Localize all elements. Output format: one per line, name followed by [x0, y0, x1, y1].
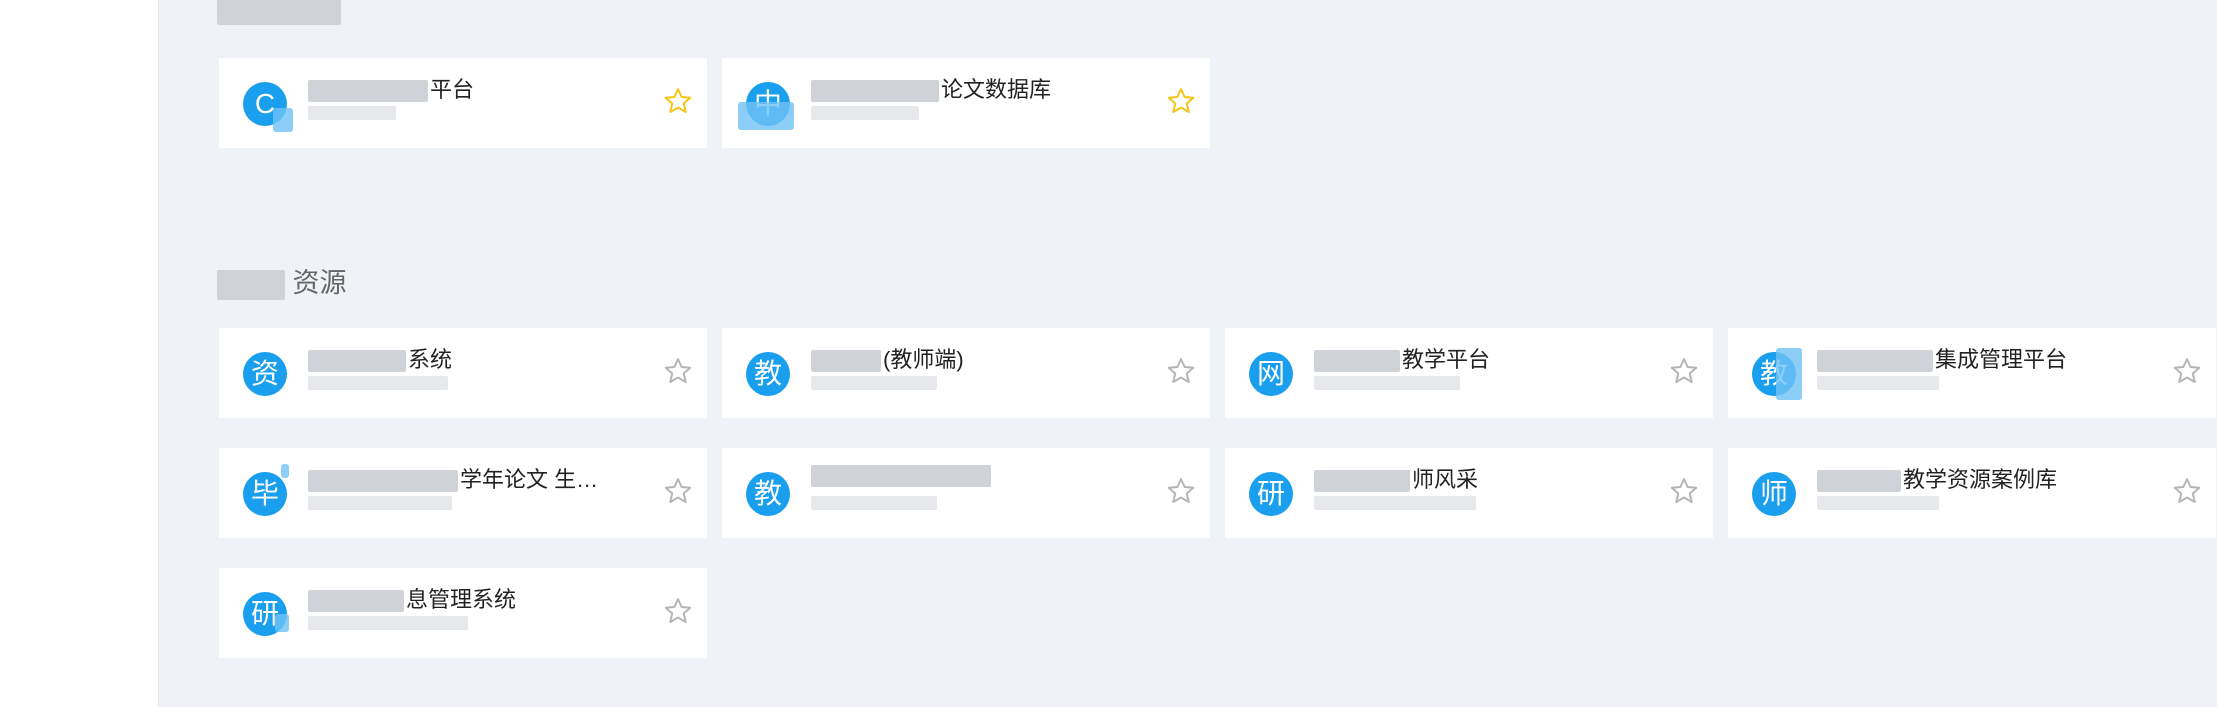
title-mask	[308, 80, 428, 103]
title-mask	[1817, 350, 1933, 373]
resource-avatar: 研	[1249, 472, 1293, 516]
star-icon[interactable]	[1166, 356, 1196, 386]
star-icon[interactable]	[1166, 476, 1196, 506]
resource-subtitle-mask	[811, 376, 937, 390]
star-icon[interactable]	[1669, 476, 1699, 506]
resource-avatar-badge	[273, 108, 293, 132]
resource-subtitle-mask	[308, 616, 468, 630]
resource-title: 教学平台	[1314, 342, 1623, 374]
section-title-resources: 资源	[217, 263, 347, 303]
title-mask	[811, 80, 939, 103]
title-mask	[308, 590, 404, 613]
title-mask	[308, 350, 406, 373]
resource-subtitle-mask	[811, 106, 919, 120]
section-title-mask	[217, 269, 285, 300]
resource-subtitle-mask	[811, 496, 937, 510]
resource-avatar: 教	[746, 472, 790, 516]
title-mask	[1817, 470, 1901, 493]
resource-avatar: 师	[1752, 472, 1796, 516]
star-icon[interactable]	[663, 476, 693, 506]
resource-avatar: 资	[243, 352, 287, 396]
resource-subtitle-mask	[1817, 496, 1939, 510]
star-icon[interactable]	[2172, 476, 2202, 506]
resource-title: 教学资源案例库	[1817, 462, 2126, 494]
star-icon[interactable]	[1669, 356, 1699, 386]
title-mask	[1314, 350, 1400, 373]
resource-title: 集成管理平台	[1817, 342, 2126, 374]
resource-title: 息管理系统	[308, 582, 617, 614]
resource-subtitle-mask	[1314, 376, 1460, 390]
resource-card[interactable]: 教 (教师端)	[722, 328, 1210, 418]
resource-title: 学年论文 生命周…	[308, 462, 617, 494]
resource-card[interactable]: 中 论文数据库	[722, 58, 1210, 148]
star-icon[interactable]	[663, 596, 693, 626]
title-mask	[811, 350, 881, 373]
resource-subtitle-mask	[308, 496, 452, 510]
resource-avatar: 网	[1249, 352, 1293, 396]
resource-card[interactable]: 研 师风采	[1225, 448, 1713, 538]
resource-card[interactable]: 教	[722, 448, 1210, 538]
star-icon[interactable]	[1166, 86, 1196, 116]
left-sidebar	[0, 0, 159, 707]
section-title-text: 资源	[292, 268, 347, 298]
resource-avatar-badge	[281, 464, 289, 478]
star-icon[interactable]	[663, 86, 693, 116]
star-icon[interactable]	[663, 356, 693, 386]
resource-title: 论文数据库	[811, 72, 1120, 104]
resource-card[interactable]: 师 教学资源案例库	[1728, 448, 2216, 538]
resource-subtitle-mask	[1314, 496, 1476, 510]
resource-card[interactable]: 资 系统	[219, 328, 707, 418]
resource-card[interactable]: 教 集成管理平台	[1728, 328, 2216, 418]
resource-title: 师风采	[1314, 462, 1623, 494]
resource-subtitle-mask	[308, 376, 448, 390]
resource-title: (教师端)	[811, 342, 1120, 374]
resource-card[interactable]: 研 息管理系统	[219, 568, 707, 658]
title-mask	[811, 465, 991, 488]
resource-avatar-badge	[1776, 348, 1802, 400]
resource-subtitle-mask	[1817, 376, 1939, 390]
resource-avatar-badge	[275, 614, 289, 632]
resource-avatar-badge	[738, 102, 794, 130]
section-title-mask	[217, 0, 341, 25]
resource-avatar: 教	[746, 352, 790, 396]
resource-card[interactable]: 网 教学平台	[1225, 328, 1713, 418]
resource-title: 系统	[308, 342, 617, 374]
star-icon[interactable]	[2172, 356, 2202, 386]
resource-card[interactable]: 毕 学年论文 生命周…	[219, 448, 707, 538]
resource-subtitle-mask	[308, 106, 396, 120]
title-mask	[308, 470, 458, 493]
title-mask	[1314, 470, 1410, 493]
resource-title	[811, 462, 1120, 488]
resource-avatar: 毕	[243, 472, 287, 516]
resource-title: 平台	[308, 72, 617, 104]
resource-card[interactable]: C 平台	[219, 58, 707, 148]
section-title-favorites	[217, 0, 341, 26]
